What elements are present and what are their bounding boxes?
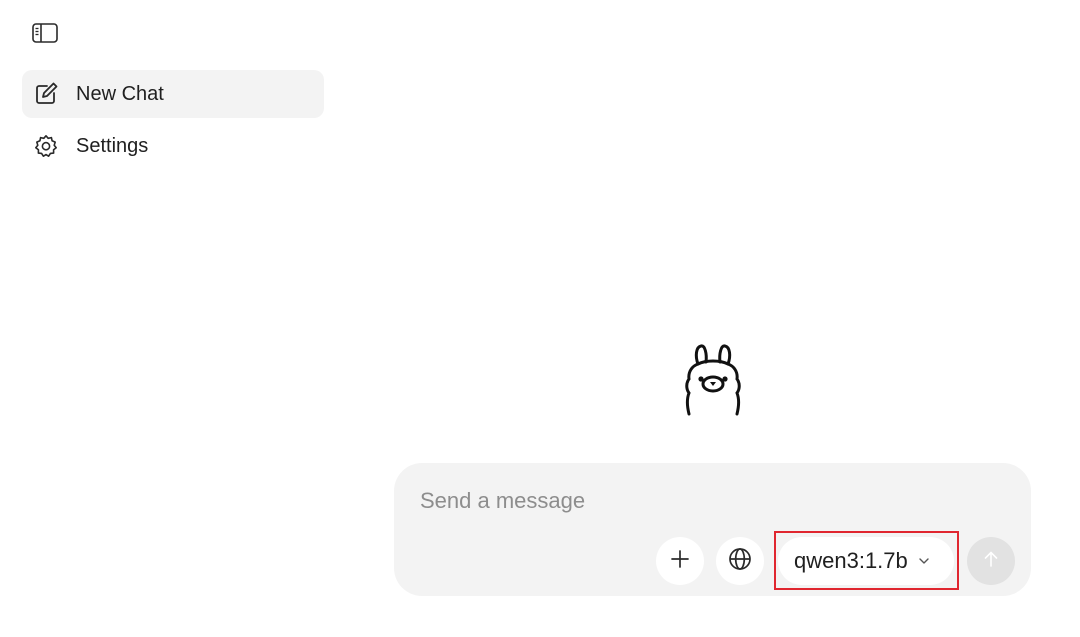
sidebar-toggle-button[interactable]	[30, 22, 60, 48]
message-input[interactable]	[420, 487, 1000, 515]
llama-logo-icon	[682, 342, 744, 416]
chevron-down-icon	[918, 557, 930, 565]
compose-icon	[33, 81, 59, 107]
sidebar-item-settings[interactable]: Settings	[22, 122, 324, 170]
sidebar-item-label: Settings	[76, 134, 149, 157]
sidebar-item-new-chat[interactable]: New Chat	[22, 70, 324, 118]
arrow-up-icon	[981, 549, 1001, 574]
plus-icon	[669, 548, 691, 575]
sidebar: New Chat Settings	[0, 0, 340, 637]
sidebar-toggle-icon	[32, 22, 58, 48]
gear-icon	[33, 133, 59, 159]
web-search-button[interactable]	[716, 537, 764, 585]
sidebar-item-label: New Chat	[76, 82, 164, 105]
send-button[interactable]	[967, 537, 1015, 585]
model-name: qwen3:1.7b	[794, 548, 908, 573]
message-composer: qwen3:1.7b	[394, 463, 1031, 596]
globe-icon	[728, 547, 752, 576]
model-selector[interactable]: qwen3:1.7b	[778, 537, 954, 585]
app-window: New Chat Settings Send a message qwen3:1…	[0, 0, 1080, 637]
attach-button[interactable]	[656, 537, 704, 585]
